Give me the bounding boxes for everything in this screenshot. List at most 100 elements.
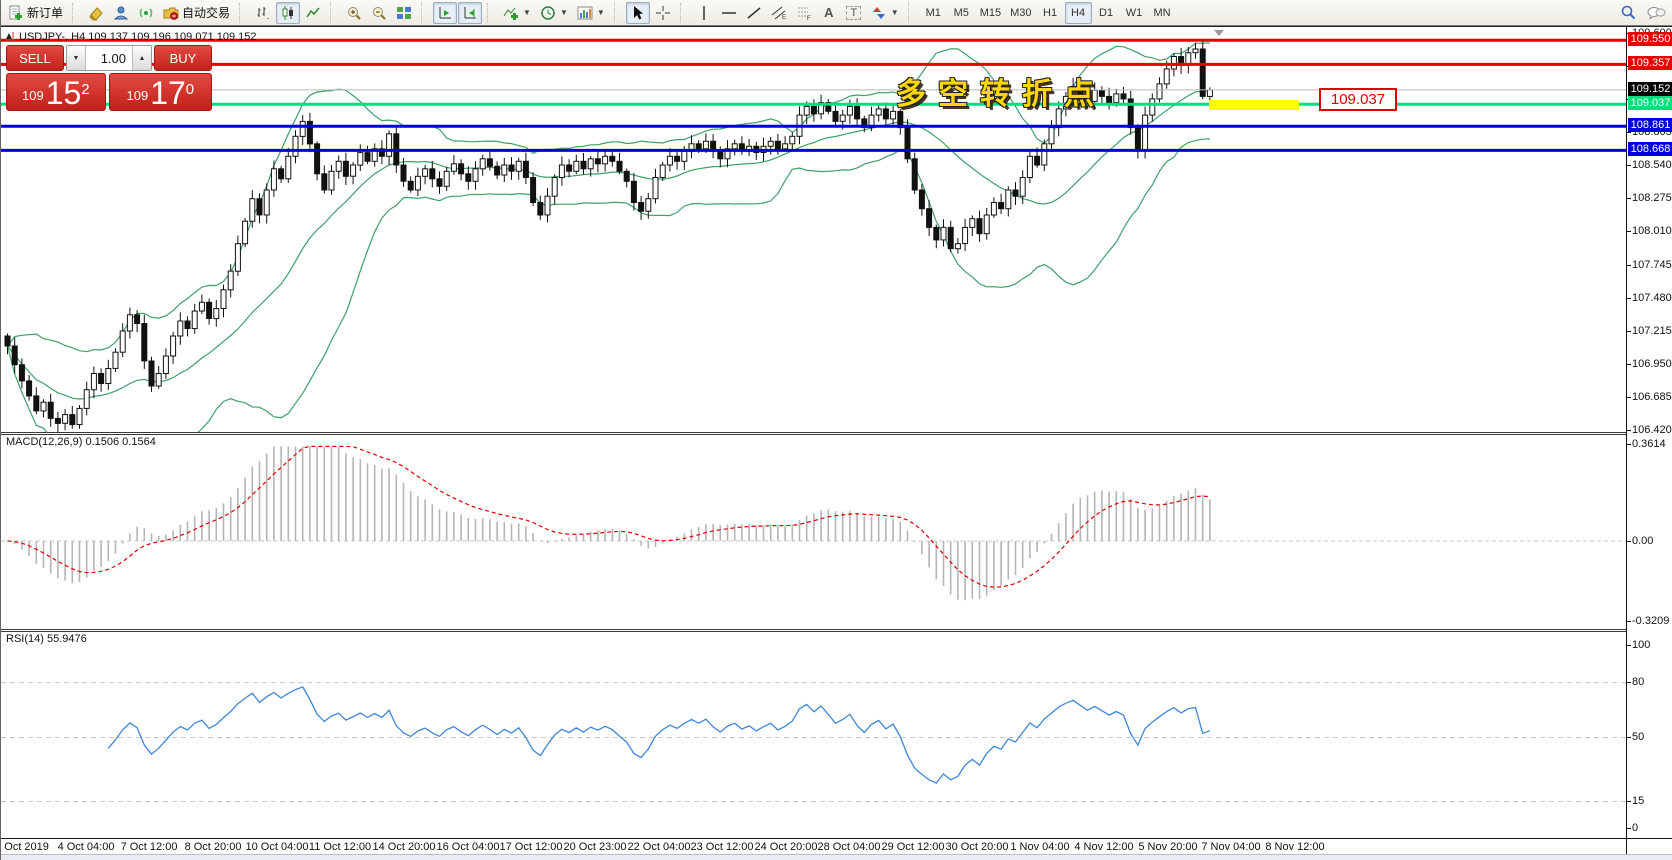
time-axis[interactable]: 2 Oct 20194 Oct 04:007 Oct 12:008 Oct 20…	[1, 838, 1626, 855]
tf-button-m5[interactable]: M5	[948, 2, 975, 24]
tf-button-m30[interactable]: M30	[1006, 2, 1035, 24]
symbol-icon	[5, 30, 16, 44]
templates-button[interactable]: ▼	[573, 2, 609, 24]
cursor-button[interactable]	[626, 2, 650, 24]
sell-price-big: 15	[46, 78, 82, 108]
toolbar-separator	[487, 3, 495, 23]
crosshair-button[interactable]	[651, 2, 675, 24]
time-label: 4 Nov 12:00	[1074, 841, 1133, 853]
text-tool-button[interactable]: A	[817, 2, 841, 24]
fibonacci-button[interactable]: F	[792, 2, 816, 24]
volume-down-button[interactable]: ▼	[67, 46, 86, 70]
vertical-line-button[interactable]	[692, 2, 716, 24]
price-tick: 106.420	[1632, 424, 1672, 436]
candlestick-chart-icon	[280, 5, 296, 21]
level-price-label: 109.357	[1628, 56, 1672, 70]
buy-price-big: 17	[150, 78, 186, 108]
price-tick: 106.950	[1632, 358, 1672, 370]
bar-chart-icon	[255, 5, 271, 21]
symbol-title-text: USDJPY-, H4 109.137 109.196 109.071 109.…	[19, 31, 257, 43]
new-order-label: 新订单	[27, 4, 63, 21]
fibonacci-icon: F	[796, 5, 812, 21]
sell-price[interactable]: 109 15 2	[6, 73, 106, 111]
tf-button-m1[interactable]: M1	[920, 2, 947, 24]
tf-button-mn[interactable]: MN	[1149, 2, 1176, 24]
level-price-label: 109.550	[1628, 32, 1672, 46]
arrows-tool-button[interactable]: ▼	[867, 2, 903, 24]
mt4-window: 新订单 自动交易	[0, 0, 1672, 860]
chart-shift-button[interactable]	[458, 2, 482, 24]
price-tick: 108.010	[1632, 225, 1672, 237]
tf-button-w1[interactable]: W1	[1121, 2, 1148, 24]
chart-shift-marker[interactable]	[1214, 30, 1224, 36]
chevron-down-icon: ▼	[523, 8, 531, 17]
search-icon	[1620, 4, 1637, 21]
zoom-in-button[interactable]	[342, 2, 366, 24]
chevron-down-icon: ▼	[597, 8, 605, 17]
volume-up-button[interactable]: ▲	[132, 46, 151, 70]
autotrading-label: 自动交易	[182, 4, 230, 21]
time-label: 8 Oct 20:00	[185, 841, 242, 853]
price-tick: 107.215	[1632, 325, 1672, 337]
signal-button[interactable]	[134, 2, 158, 24]
rsi-label: RSI(14) 55.9476	[6, 633, 87, 645]
auto-scroll-icon	[437, 5, 453, 21]
toolbar-separator	[680, 3, 688, 23]
chart-shift-icon	[462, 5, 478, 21]
buy-price[interactable]: 109 17 0	[109, 73, 212, 111]
search-button[interactable]	[1616, 2, 1641, 24]
bar-chart-button[interactable]	[251, 2, 275, 24]
auto-scroll-button[interactable]	[433, 2, 457, 24]
tf-button-h1[interactable]: H1	[1037, 2, 1064, 24]
time-label: 20 Oct 23:00	[564, 841, 627, 853]
templates-icon	[577, 5, 593, 21]
price-tick: 108.275	[1632, 192, 1672, 204]
trendline-button[interactable]	[742, 2, 766, 24]
price-tick: 107.745	[1632, 259, 1672, 271]
macd-panel[interactable]	[1, 434, 1626, 628]
text-label-tool-button[interactable]: T	[842, 2, 866, 24]
indicators-icon	[503, 5, 519, 21]
horizontal-line-button[interactable]	[717, 2, 741, 24]
symbol-title: USDJPY-, H4 109.137 109.196 109.071 109.…	[5, 30, 257, 44]
profiles-icon	[113, 5, 129, 21]
tf-button-h4[interactable]: H4	[1065, 2, 1092, 24]
buy-price-small: 109	[126, 84, 148, 108]
chart-annotation-text[interactable]: 多空转折点	[896, 69, 1106, 113]
price-callout[interactable]: 109.037	[1319, 88, 1397, 111]
eraser-button[interactable]	[84, 2, 108, 24]
volume-input[interactable]	[86, 46, 132, 70]
rsi-tick: 100	[1632, 639, 1650, 651]
tf-button-m15[interactable]: M15	[976, 2, 1005, 24]
indicators-button[interactable]: ▼	[499, 2, 535, 24]
one-click-panel: SELL ▼ ▲ BUY 109 15 2 109 17 0	[6, 45, 212, 111]
zoom-out-button[interactable]	[367, 2, 391, 24]
line-chart-button[interactable]	[301, 2, 325, 24]
periods-button[interactable]: ▼	[536, 2, 572, 24]
tf-button-d1[interactable]: D1	[1093, 2, 1120, 24]
svg-text:E: E	[782, 15, 786, 21]
tile-windows-button[interactable]	[392, 2, 416, 24]
chat-button[interactable]	[1642, 2, 1670, 24]
price-axis[interactable]: 109.600109.335109.070108.805108.540108.2…	[1626, 27, 1672, 838]
candlestick-chart-button[interactable]	[276, 2, 300, 24]
rsi-tick: 50	[1632, 731, 1644, 743]
new-order-button[interactable]: 新订单	[4, 2, 67, 24]
time-label: 16 Oct 04:00	[437, 841, 500, 853]
equidistant-channel-button[interactable]: E	[767, 2, 791, 24]
time-label: 1 Nov 04:00	[1010, 841, 1069, 853]
eraser-icon	[88, 5, 104, 21]
chevron-down-icon: ▼	[891, 8, 899, 17]
arrows-tool-icon	[871, 5, 887, 21]
macd-tick: 0.00	[1632, 535, 1653, 547]
buy-price-sup: 0	[186, 74, 194, 106]
rsi-panel[interactable]	[1, 631, 1626, 838]
sell-button[interactable]: SELL	[6, 45, 64, 71]
time-label: 28 Oct 04:00	[818, 841, 881, 853]
autotrading-button[interactable]: 自动交易	[159, 2, 234, 24]
zoom-in-icon	[346, 5, 362, 21]
line-chart-icon	[305, 5, 321, 21]
toolbar-separator	[239, 3, 247, 23]
profiles-button[interactable]	[109, 2, 133, 24]
buy-button[interactable]: BUY	[154, 45, 212, 71]
